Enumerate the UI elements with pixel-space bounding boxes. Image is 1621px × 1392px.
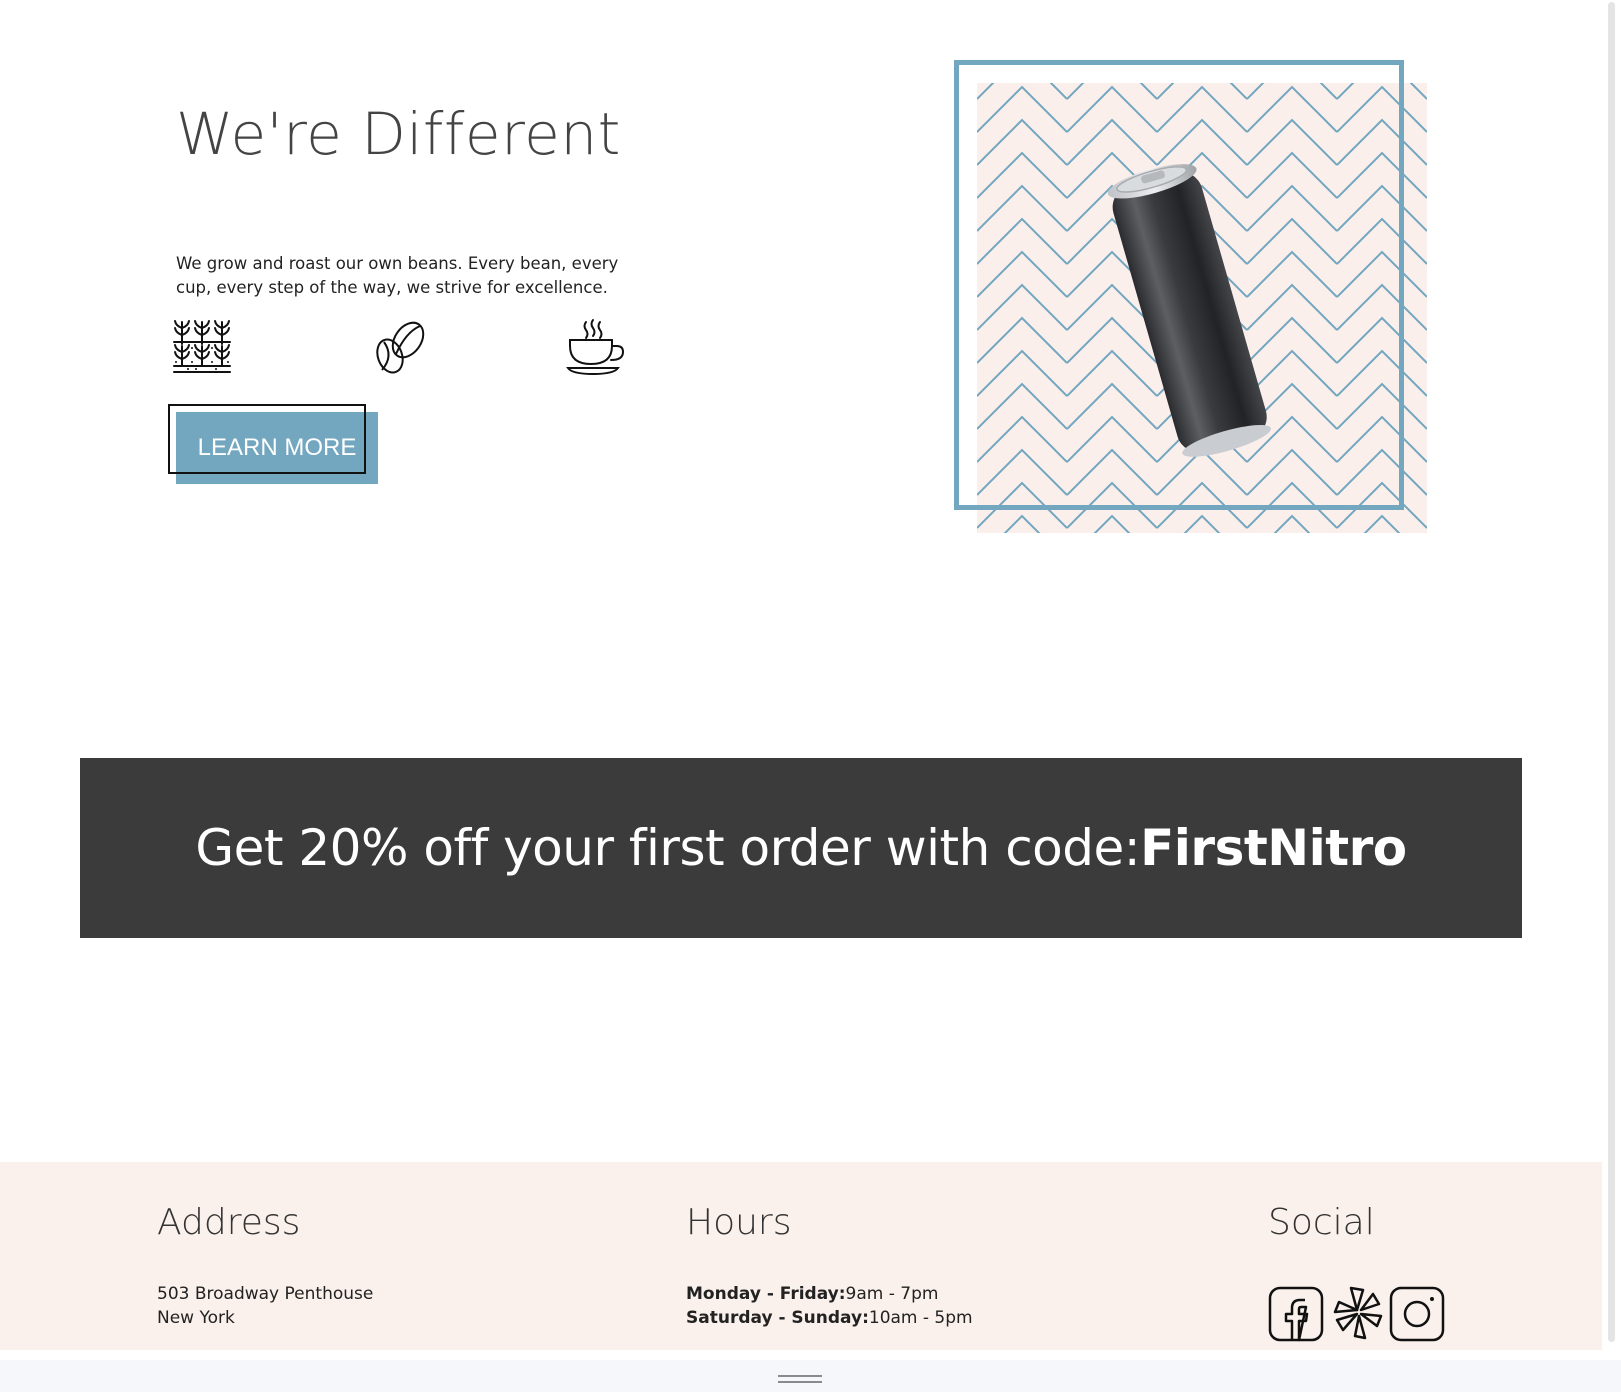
address-heading: Address xyxy=(157,1202,301,1243)
product-image xyxy=(954,60,1428,534)
page: We're Different We grow and roast our ow… xyxy=(0,0,1602,1392)
learn-more-wrapper: LEARN MORE xyxy=(168,404,378,484)
promo-message: Get 20% off your first order with code: xyxy=(195,819,1141,877)
nitro-can-icon xyxy=(1107,164,1271,457)
weekday-label: Monday - Friday: xyxy=(686,1284,846,1304)
scrollbar-thumb[interactable] xyxy=(1608,2,1615,1342)
coffee-bean-icon xyxy=(370,318,430,376)
weekend-label: Saturday - Sunday: xyxy=(686,1308,869,1328)
footer: Address 503 Broadway Penthouse New York … xyxy=(0,1162,1602,1350)
promo-text: Get 20% off your first order with code:F… xyxy=(195,819,1407,877)
page-scrollbar[interactable] xyxy=(1602,0,1621,1360)
hours-heading: Hours xyxy=(686,1202,792,1243)
promo-code: FirstNitro xyxy=(1140,819,1407,877)
hours-weekday: Monday - Friday:9am - 7pm xyxy=(686,1284,938,1304)
hero-title: We're Different xyxy=(176,100,621,168)
coffee-cup-icon xyxy=(566,318,626,376)
address-line-1: 503 Broadway Penthouse xyxy=(157,1284,374,1304)
crop-field-icon xyxy=(172,318,232,376)
bottom-panel-bar xyxy=(0,1360,1621,1392)
address-line-2: New York xyxy=(157,1308,235,1328)
facebook-icon[interactable] xyxy=(1268,1284,1324,1342)
promo-banner: Get 20% off your first order with code:F… xyxy=(80,758,1522,938)
yelp-icon[interactable] xyxy=(1329,1284,1385,1342)
weekend-hours: 10am - 5pm xyxy=(868,1308,973,1328)
learn-more-button[interactable]: LEARN MORE xyxy=(176,412,378,484)
hero-description: We grow and roast our own beans. Every b… xyxy=(176,254,619,297)
resize-handle[interactable] xyxy=(778,1375,822,1384)
hours-weekend: Saturday - Sunday:10am - 5pm xyxy=(686,1308,973,1328)
social-heading: Social xyxy=(1268,1202,1375,1243)
instagram-icon[interactable] xyxy=(1389,1284,1445,1342)
weekday-hours: 9am - 7pm xyxy=(845,1284,939,1304)
